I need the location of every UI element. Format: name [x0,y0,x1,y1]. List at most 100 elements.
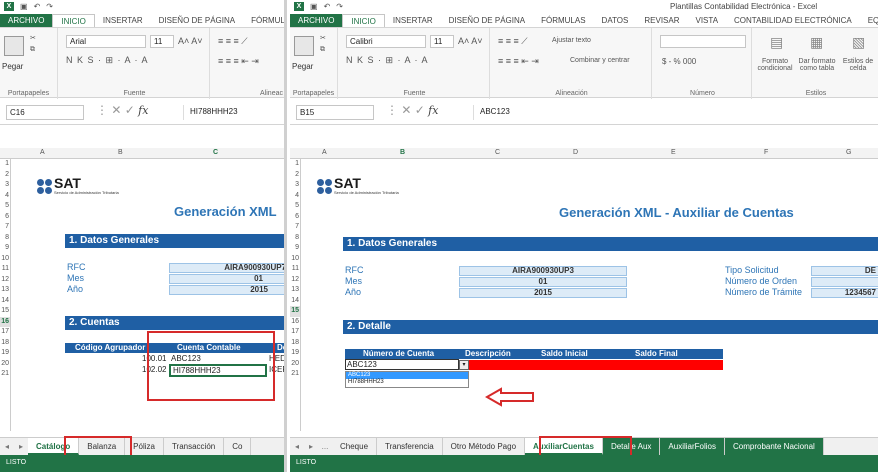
row-header[interactable]: 21 [0,369,10,380]
align-top-icon[interactable]: ≡ ≡ ≡ ⟋ [498,36,528,47]
formula-icons[interactable]: ⋮ ✕ ✓ fx [386,103,438,117]
row-header[interactable]: 15 [0,306,10,317]
row-header[interactable]: 16 [0,316,10,327]
save-icon[interactable]: ▣ [20,2,28,11]
row-header[interactable]: 1 [290,159,300,170]
sheet-tab-transferencia[interactable]: Transferencia [377,438,443,455]
row-header[interactable]: 19 [290,348,300,359]
col-header-f[interactable]: F [764,149,768,156]
row-header[interactable]: 8 [290,233,300,244]
sheet-tab-comprobante-nacional[interactable]: Comprobante Nacional [724,438,824,455]
numero-tramite-value[interactable]: 1234567 [811,288,878,298]
col-header-e[interactable]: E [671,149,676,156]
grow-font-icon[interactable]: A˄ A˅ [178,36,203,46]
undo-icon[interactable]: ↶ [324,2,331,11]
row-header[interactable]: 17 [290,327,300,338]
tab-vista[interactable]: VISTA [688,14,727,27]
cell-styles-button[interactable]: Estilos de celda [840,58,876,72]
row-header[interactable]: 12 [0,275,10,286]
align-top-icon[interactable]: ≡ ≡ ≡ ⟋ [218,36,248,47]
format-buttons[interactable]: N K S · ⊞ · A · A [66,55,149,66]
save-icon[interactable]: ▣ [310,2,318,11]
sheet-tab-cheque[interactable]: Cheque [332,438,378,455]
redo-icon[interactable]: ↷ [46,2,53,11]
cuenta-input[interactable]: ABC123 [345,359,459,370]
rfc-value[interactable]: AIRA900930UP7 [169,263,284,273]
paste-icon[interactable] [4,36,24,56]
row-header[interactable]: 10 [290,254,300,265]
formula-input[interactable]: ABC123 [473,105,878,120]
dropdown-option[interactable]: ABC123 [346,372,468,379]
row-header[interactable]: 20 [290,359,300,370]
col-header-a[interactable]: A [322,149,327,156]
row-header[interactable]: 13 [290,285,300,296]
paste-button[interactable]: Pegar [2,62,23,71]
row-header[interactable]: 6 [290,212,300,223]
format-buttons[interactable]: N K S · ⊞ · A · A [346,55,429,66]
rfc-value[interactable]: AIRA900930UP3 [459,266,627,276]
mes-value[interactable]: 01 [459,277,627,287]
conditional-format-icon[interactable]: ▤ [770,34,783,51]
conditional-format-button[interactable]: Formato condicional [756,58,794,72]
tab-inicio[interactable]: INICIO [342,14,385,27]
row-header[interactable]: 10 [0,254,10,265]
tab-equipo[interactable]: EQUIPO [860,14,878,27]
font-size-select[interactable]: 11 [430,35,454,48]
row-header[interactable]: 7 [0,222,10,233]
row-header[interactable]: 11 [290,264,300,275]
col-header-d[interactable]: D [573,149,578,156]
tab-insertar[interactable]: INSERTAR [95,14,151,27]
wrap-text-button[interactable]: Ajustar texto [552,37,591,44]
paste-button[interactable]: Pegar [292,62,313,71]
row-header[interactable]: 9 [290,243,300,254]
format-as-table-button[interactable]: Dar formato como tabla [796,58,838,72]
font-name-select[interactable]: Calibri [346,35,426,48]
row-header[interactable]: 2 [0,170,10,181]
tab-revisar[interactable]: REVISAR [636,14,687,27]
copy-icon[interactable]: ⧉ [320,46,325,54]
row-header[interactable]: 17 [0,327,10,338]
number-format-buttons[interactable]: $ - % 000 [662,57,696,66]
dropdown-option[interactable]: HI788HHH23 [346,379,468,386]
worksheet-grid[interactable]: SAT Servicio de Administración Tributaria… [300,159,878,431]
anio-value[interactable]: 2015 [459,288,627,298]
tab-diseno-pagina[interactable]: DISEÑO DE PÁGINA [151,14,243,27]
row-header[interactable]: 5 [290,201,300,212]
grow-font-icon[interactable]: A˄ A˅ [458,36,483,46]
number-format-select[interactable] [660,35,746,48]
formula-input[interactable]: HI788HHH23 [183,105,284,120]
row-header[interactable]: 18 [290,338,300,349]
row-header[interactable]: 16 [290,317,300,328]
align-left-icon[interactable]: ≡ ≡ ≡ ⇤ ⇥ [218,56,259,67]
sheet-tab-co[interactable]: Co [224,438,252,455]
row-header[interactable]: 14 [290,296,300,307]
tab-datos[interactable]: DATOS [594,14,637,27]
tab-nav-next-icon[interactable]: ▸ [304,438,318,455]
tab-insertar[interactable]: INSERTAR [385,14,441,27]
tab-formulas[interactable]: FÓRMULAS [243,14,284,27]
align-left-icon[interactable]: ≡ ≡ ≡ ⇤ ⇥ [498,56,539,67]
row-header[interactable]: 15 [290,306,300,317]
sheet-tab-transaccion[interactable]: Transacción [164,438,225,455]
row-header[interactable]: 6 [0,212,10,223]
sheet-tab-otro-metodo-pago[interactable]: Otro Método Pago [443,438,526,455]
tab-more-button[interactable]: ... [318,438,332,455]
row-header[interactable]: 1 [0,159,10,170]
tab-inicio[interactable]: INICIO [52,14,95,27]
row-header[interactable]: 8 [0,233,10,244]
tab-diseno-pagina[interactable]: DISEÑO DE PÁGINA [441,14,533,27]
anio-value[interactable]: 2015 [169,285,284,295]
cut-icon[interactable]: ✂ [320,34,326,42]
col-header-b[interactable]: B [118,149,123,156]
row-header[interactable]: 20 [0,359,10,370]
paste-icon[interactable] [294,36,314,56]
tab-archivo[interactable]: ARCHIVO [0,14,53,27]
row-header[interactable]: 9 [0,243,10,254]
dropdown-arrow-icon[interactable]: ▾ [459,360,469,370]
cut-icon[interactable]: ✂ [30,34,36,42]
col-header-c[interactable]: C [213,149,218,156]
row-header[interactable]: 5 [0,201,10,212]
row-header[interactable]: 2 [290,170,300,181]
row-header[interactable]: 12 [290,275,300,286]
row-header[interactable]: 11 [0,264,10,275]
